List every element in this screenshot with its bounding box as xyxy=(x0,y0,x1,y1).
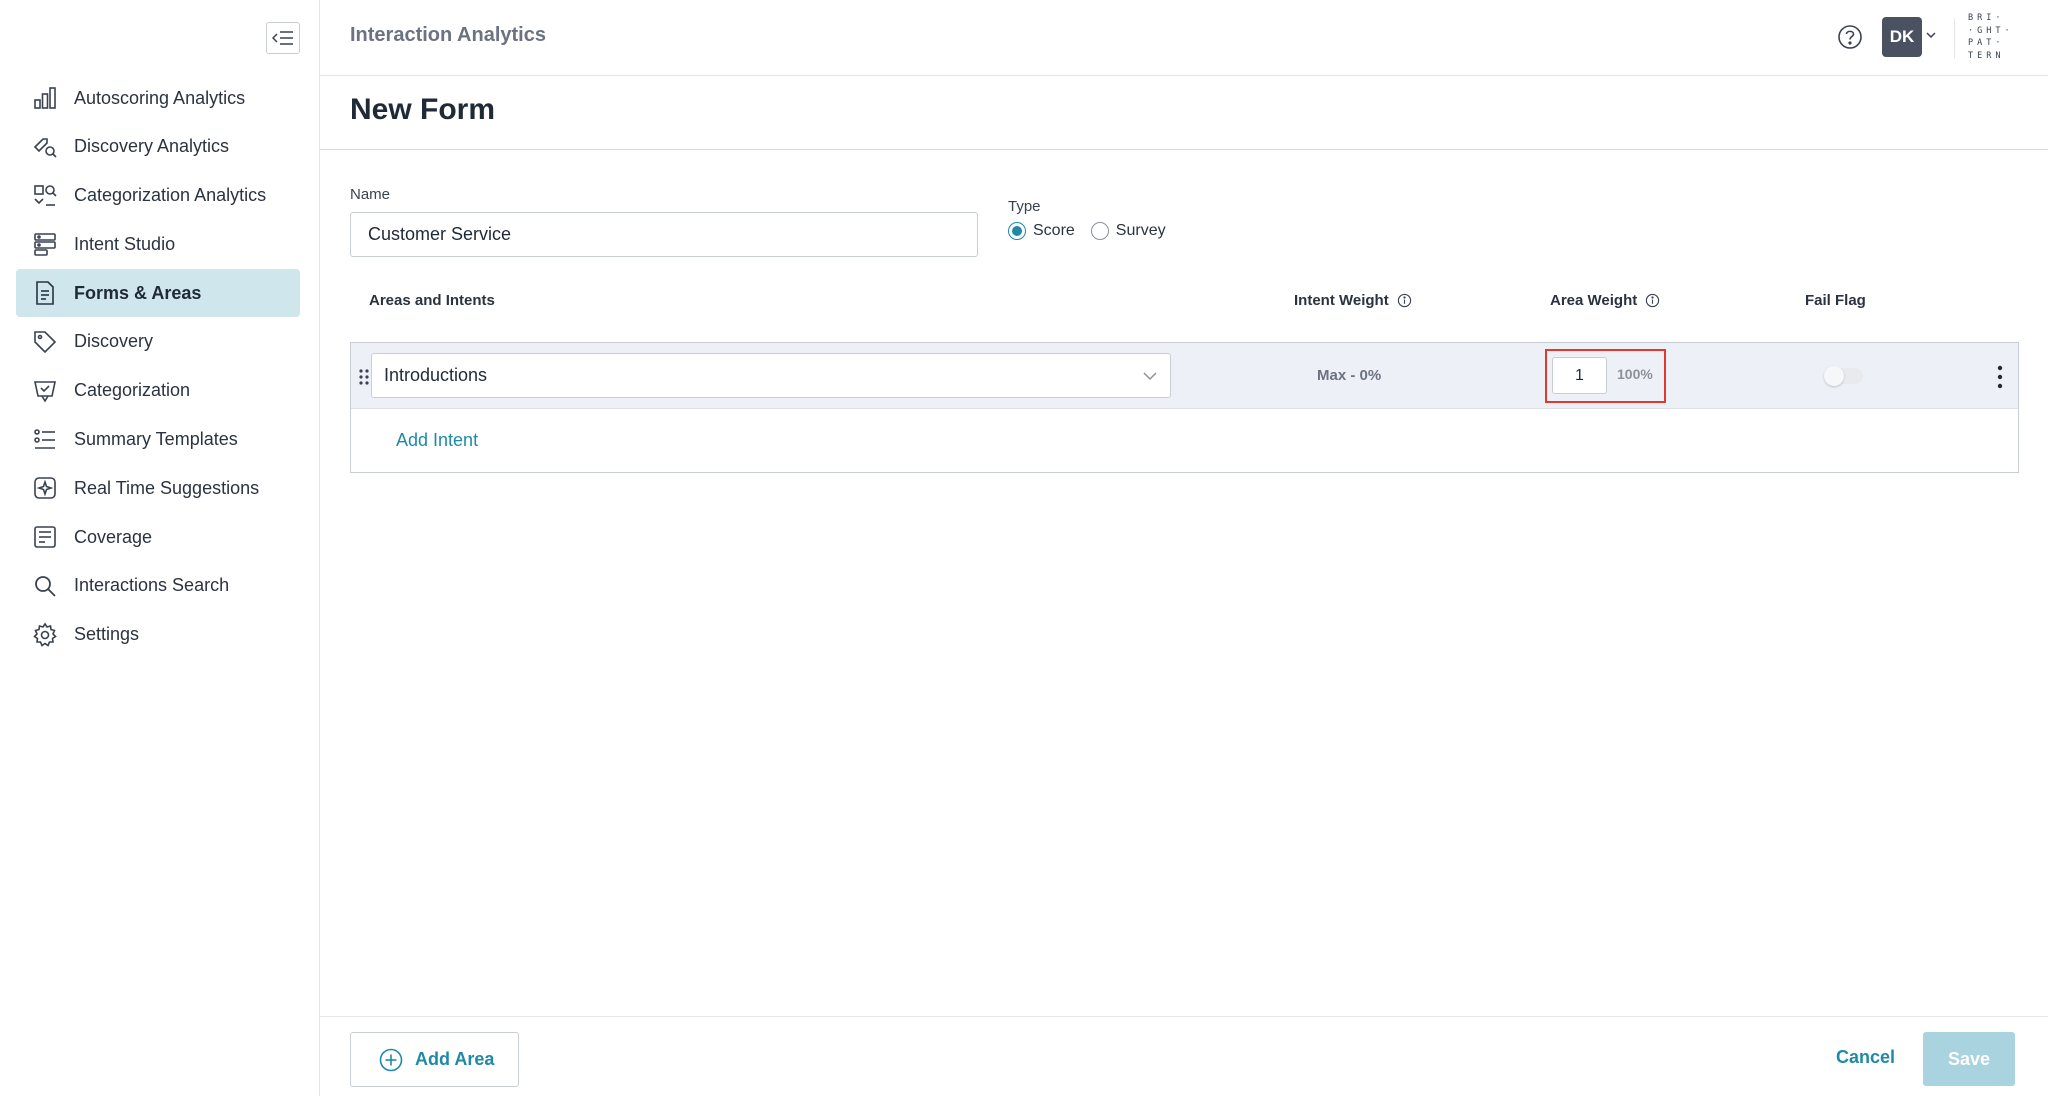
category-icon xyxy=(30,376,60,406)
more-options-icon[interactable] xyxy=(1995,365,2005,389)
type-radio-survey[interactable]: Survey xyxy=(1090,222,1166,240)
plus-circle-icon xyxy=(379,1048,403,1071)
area-weight-highlight: 100% xyxy=(1545,349,1666,403)
sidebar-item-coverage[interactable]: Coverage xyxy=(16,513,300,561)
chevron-down-icon[interactable] xyxy=(1926,30,1936,40)
add-area-label: Add Area xyxy=(415,1049,495,1069)
radio-label: Score xyxy=(1033,222,1075,239)
sidebar-item-label: Summary Templates xyxy=(74,429,238,450)
sidebar-item-label: Interactions Search xyxy=(74,575,230,596)
radio-label: Survey xyxy=(1115,222,1166,239)
sidebar: Autoscoring Analytics Discovery Analytic… xyxy=(0,0,320,1096)
drag-handle-icon[interactable] xyxy=(357,367,371,387)
area-weight-percent: 100% xyxy=(1617,366,1653,382)
gear-icon xyxy=(30,620,60,650)
sidebar-item-label: Discovery Analytics xyxy=(74,136,230,157)
add-intent-link[interactable]: Add Intent xyxy=(396,430,478,451)
coverage-icon xyxy=(30,522,60,552)
page-title: New Form xyxy=(350,93,496,126)
form-document-icon xyxy=(30,278,60,308)
sidebar-item-discovery-analytics[interactable]: Discovery Analytics xyxy=(16,123,300,171)
column-header-area-weight: Area Weight xyxy=(1550,292,1660,309)
sidebar-item-label: Intent Studio xyxy=(74,233,176,254)
sparkle-icon xyxy=(30,473,60,503)
sidebar-item-label: Discovery xyxy=(74,331,154,352)
add-area-button[interactable]: Add Area xyxy=(350,1032,519,1087)
tag-icon xyxy=(30,327,60,357)
collapse-sidebar-icon xyxy=(272,31,293,45)
user-avatar[interactable]: DK xyxy=(1882,17,1922,57)
intent-weight-max: Max - 0% xyxy=(1317,367,1382,384)
type-radio-score[interactable]: Score xyxy=(1008,222,1075,240)
bar-chart-icon xyxy=(30,83,60,113)
logo-divider xyxy=(1954,18,1955,58)
help-circle-icon[interactable] xyxy=(1835,22,1865,52)
area-select[interactable]: Introductions xyxy=(371,353,1171,398)
bright-pattern-logo: BRI· ·GHT· PAT· TERN xyxy=(1968,13,2014,61)
sidebar-item-label: Real Time Suggestions xyxy=(74,477,260,498)
sidebar-item-discovery[interactable]: Discovery xyxy=(16,318,300,366)
page-title-bar: New Form xyxy=(320,77,2048,150)
column-header-fail-flag: Fail Flag xyxy=(1805,292,1866,309)
name-input[interactable] xyxy=(350,212,978,257)
sidebar-item-intent-studio[interactable]: Intent Studio xyxy=(16,220,300,268)
chevron-down-icon xyxy=(1143,372,1157,381)
area-weight-input[interactable] xyxy=(1552,357,1607,394)
sidebar-item-categorization[interactable]: Categorization xyxy=(16,367,300,415)
cancel-button[interactable]: Cancel xyxy=(1836,1047,1895,1068)
type-radio-group: Score Survey xyxy=(1008,222,1182,240)
sidebar-item-label: Forms & Areas xyxy=(74,282,202,303)
list-template-icon xyxy=(30,425,60,455)
type-label: Type xyxy=(1008,198,1041,215)
sidebar-item-label: Coverage xyxy=(74,526,153,547)
sidebar-item-forms-areas[interactable]: Forms & Areas xyxy=(16,269,300,318)
sidebar-item-settings[interactable]: Settings xyxy=(16,611,300,659)
search-icon xyxy=(30,571,60,601)
sidebar-item-real-time-suggestions[interactable]: Real Time Suggestions xyxy=(16,464,300,512)
app-title: Interaction Analytics xyxy=(350,24,546,46)
intent-studio-icon xyxy=(30,229,60,259)
sidebar-item-categorization-analytics[interactable]: Categorization Analytics xyxy=(16,172,300,220)
footer-bar: Add Area Cancel Save xyxy=(320,1016,2048,1096)
column-header-areas: Areas and Intents xyxy=(369,292,495,309)
save-button[interactable]: Save xyxy=(1923,1032,2015,1086)
fail-flag-toggle[interactable] xyxy=(1824,366,1863,386)
collapse-sidebar-button[interactable] xyxy=(266,22,300,54)
sidebar-item-label: Categorization Analytics xyxy=(74,185,267,206)
top-header: Interaction Analytics DK BRI· ·GHT· PAT·… xyxy=(320,0,2048,76)
sidebar-item-label: Autoscoring Analytics xyxy=(74,87,246,108)
radio-circle xyxy=(1008,222,1026,240)
name-label: Name xyxy=(350,186,391,203)
column-header-intent-weight: Intent Weight xyxy=(1294,292,1412,309)
area-block: Introductions Max - 0% 100% Add Intent xyxy=(350,342,2019,473)
sidebar-item-summary-templates[interactable]: Summary Templates xyxy=(16,416,300,464)
info-icon[interactable] xyxy=(1645,293,1660,308)
tag-search-icon xyxy=(30,132,60,162)
category-search-icon xyxy=(30,181,60,211)
sidebar-item-interactions-search[interactable]: Interactions Search xyxy=(16,562,300,610)
area-select-value: Introductions xyxy=(384,365,488,385)
sidebar-item-label: Categorization xyxy=(74,380,191,401)
area-row: Introductions Max - 0% 100% xyxy=(351,343,2018,409)
sidebar-nav: Autoscoring Analytics Discovery Analytic… xyxy=(16,74,300,660)
info-icon[interactable] xyxy=(1397,293,1412,308)
sidebar-item-autoscoring-analytics[interactable]: Autoscoring Analytics xyxy=(16,74,300,122)
sidebar-item-label: Settings xyxy=(74,624,140,645)
radio-circle xyxy=(1090,222,1109,240)
